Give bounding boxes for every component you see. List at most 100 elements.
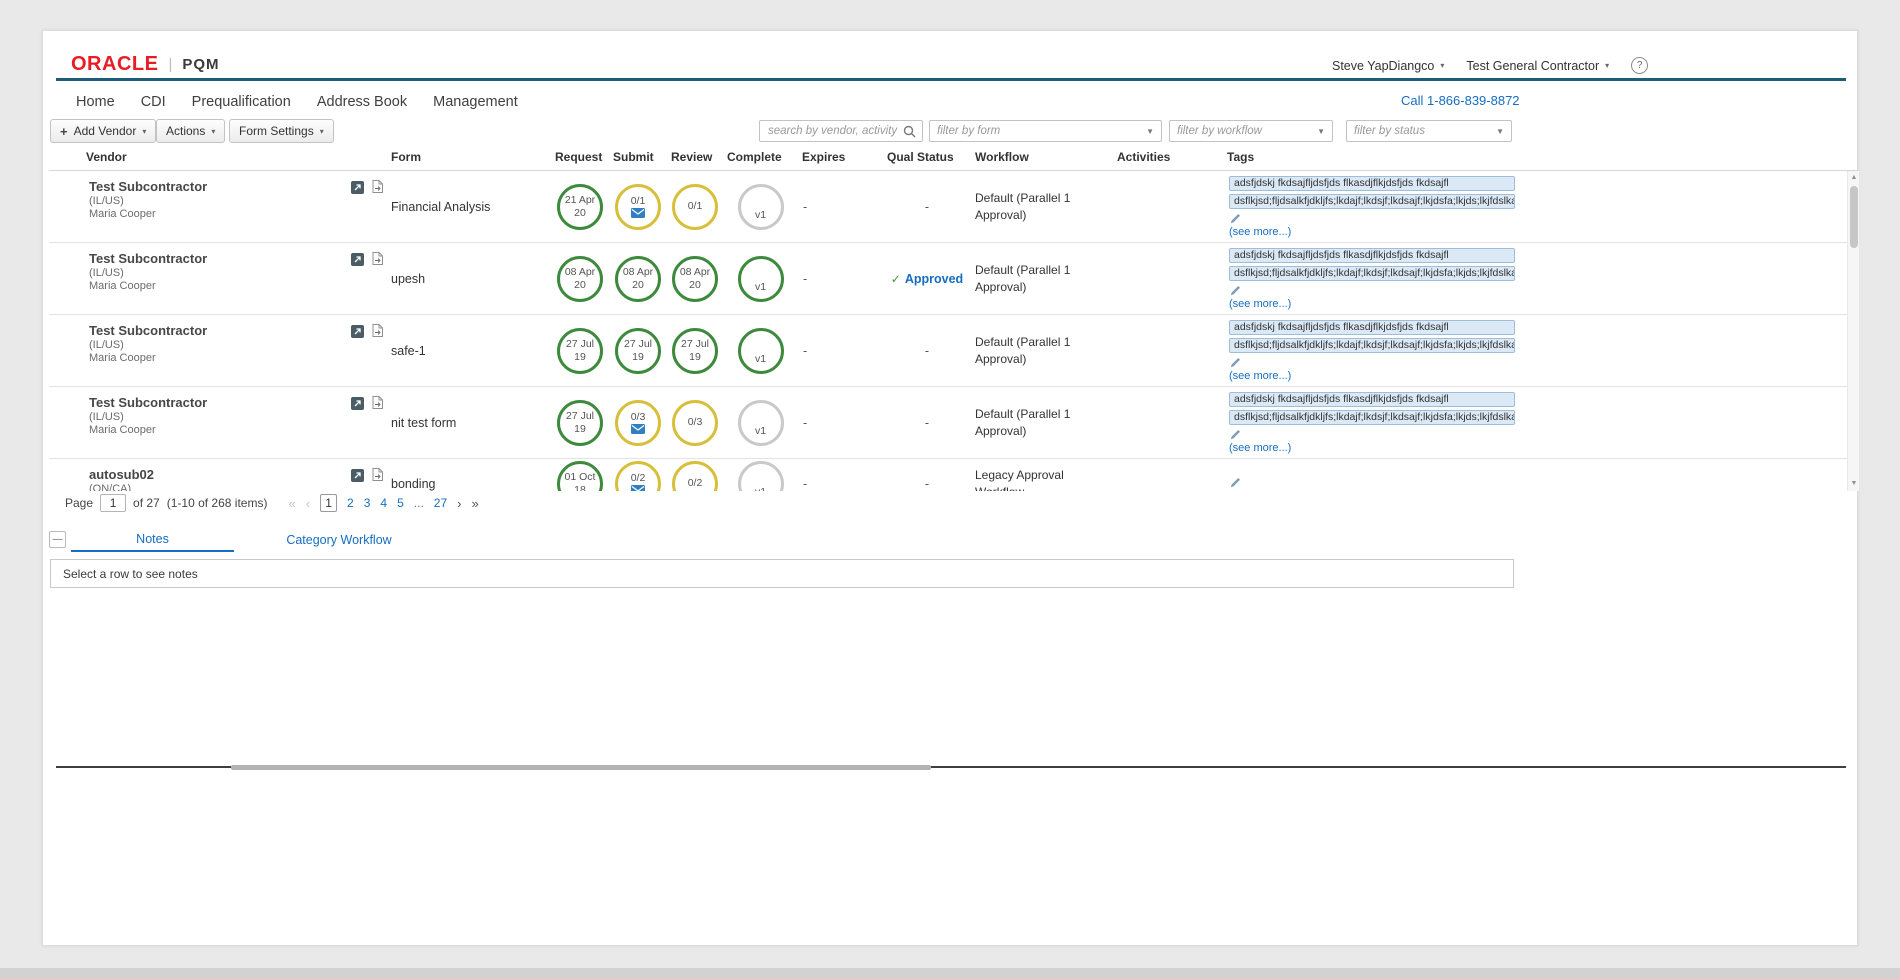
request-circle[interactable]: 01 Oct 18 (557, 461, 603, 492)
submit-circle[interactable]: 0/3 (615, 400, 661, 446)
tab-notes[interactable]: Notes (71, 527, 234, 552)
nav-item-prequalification[interactable]: Prequalification (192, 94, 291, 110)
request-value: 01 Oct 18 (563, 471, 597, 491)
form-name[interactable]: bonding (389, 459, 551, 491)
vendor-name[interactable]: autosub02 (89, 467, 389, 482)
plus-icon: + (60, 124, 68, 139)
filter-by-status-select[interactable]: filter by status ▼ (1346, 120, 1512, 142)
table-row[interactable]: autosub02 (ON/CA) f_autosub02 l_autosub0… (49, 459, 1847, 491)
add-vendor-button[interactable]: + Add Vendor ▾ (50, 119, 156, 143)
submit-circle[interactable]: 0/2 (615, 461, 661, 492)
scorecard-icon[interactable] (351, 253, 364, 266)
complete-circle[interactable]: v1 (738, 400, 784, 446)
submit-circle[interactable]: 0/1 (615, 184, 661, 230)
submit-circle[interactable]: 27 Jul 19 (615, 328, 661, 374)
actions-button[interactable]: Actions ▾ (156, 119, 225, 143)
scroll-up-icon[interactable]: ▲ (1848, 171, 1859, 185)
expires-value: - (798, 387, 883, 458)
form-document-icon[interactable] (372, 252, 383, 265)
page-link-5[interactable]: 5 (397, 496, 404, 510)
table-row[interactable]: Test Subcontractor (IL/US) Maria Cooper … (49, 171, 1847, 243)
nav-item-management[interactable]: Management (433, 94, 518, 110)
scrollbar-thumb[interactable] (1850, 186, 1858, 248)
search-input[interactable] (760, 121, 922, 141)
app-window: ORACLE | PQM Steve YapDiangco ▾ Test Gen… (42, 30, 1858, 946)
vendor-name[interactable]: Test Subcontractor (89, 395, 389, 410)
horizontal-scrollbar-thumb[interactable] (231, 765, 931, 770)
request-circle[interactable]: 27 Jul 19 (557, 328, 603, 374)
complete-circle[interactable]: v1 (738, 256, 784, 302)
form-name[interactable]: nit test form (389, 387, 551, 458)
scorecard-icon[interactable] (351, 181, 364, 194)
collapse-panel-button[interactable]: — (49, 531, 66, 548)
vendor-name[interactable]: Test Subcontractor (89, 251, 389, 266)
review-circle[interactable]: 08 Apr 20 (672, 256, 718, 302)
next-page-icon[interactable]: › (457, 496, 461, 511)
edit-tags-icon[interactable] (1230, 285, 1241, 296)
table-row[interactable]: Test Subcontractor (IL/US) Maria Cooper … (49, 315, 1847, 387)
vendor-name[interactable]: Test Subcontractor (89, 323, 389, 338)
page-link-last[interactable]: 27 (434, 496, 447, 510)
form-name[interactable]: Financial Analysis (389, 171, 551, 242)
tab-category-workflow[interactable]: Category Workflow (234, 527, 444, 552)
vendor-location: (ON/CA) (89, 483, 389, 491)
see-more-link[interactable]: (see more...) (1229, 226, 1291, 238)
form-name[interactable]: safe-1 (389, 315, 551, 386)
review-value: 0/3 (678, 416, 712, 428)
page-link-2[interactable]: 2 (347, 496, 354, 510)
scorecard-icon[interactable] (351, 397, 364, 410)
call-phone-link[interactable]: Call 1-866-839-8872 (1401, 93, 1520, 108)
user-menu-label: Steve YapDiangco (1332, 59, 1434, 73)
org-menu[interactable]: Test General Contractor ▾ (1466, 59, 1609, 73)
scroll-down-icon[interactable]: ▼ (1848, 477, 1859, 491)
edit-tags-icon[interactable] (1230, 213, 1241, 224)
help-icon[interactable]: ? (1631, 57, 1648, 74)
filter-by-workflow-select[interactable]: filter by workflow ▼ (1169, 120, 1333, 142)
page-link-4[interactable]: 4 (380, 496, 387, 510)
review-circle[interactable]: 27 Jul 19 (672, 328, 718, 374)
vendor-name[interactable]: Test Subcontractor (89, 179, 389, 194)
page-link-3[interactable]: 3 (364, 496, 371, 510)
table-row[interactable]: Test Subcontractor (IL/US) Maria Cooper … (49, 387, 1847, 459)
vertical-scrollbar[interactable]: ▲ ▼ (1847, 171, 1859, 491)
see-more-link[interactable]: (see more...) (1229, 298, 1291, 310)
form-settings-button[interactable]: Form Settings ▾ (229, 119, 334, 143)
request-circle[interactable]: 27 Jul 19 (557, 400, 603, 446)
see-more-link[interactable]: (see more...) (1229, 370, 1291, 382)
request-circle[interactable]: 08 Apr 20 (557, 256, 603, 302)
complete-circle[interactable]: v1 (738, 461, 784, 492)
workflow-value: Legacy Approval Workflow (971, 459, 1113, 491)
edit-tags-icon[interactable] (1230, 477, 1241, 488)
form-document-icon[interactable] (372, 180, 383, 193)
envelope-icon (631, 424, 645, 434)
edit-tags-icon[interactable] (1230, 357, 1241, 368)
review-circle[interactable]: 0/3 (672, 400, 718, 446)
user-menu[interactable]: Steve YapDiangco ▾ (1332, 59, 1444, 73)
review-circle[interactable]: 0/1 (672, 184, 718, 230)
form-name[interactable]: upesh (389, 243, 551, 314)
request-circle[interactable]: 21 Apr 20 (557, 184, 603, 230)
see-more-link[interactable]: (see more...) (1229, 442, 1291, 454)
chevron-down-icon: ▾ (320, 127, 324, 136)
filter-by-form-select[interactable]: filter by form ▼ (929, 120, 1162, 142)
form-document-icon[interactable] (372, 396, 383, 409)
tag-list: adsfjdskj fkdsajfljdsfjds flkasdjflkjdsf… (1229, 320, 1515, 356)
form-document-icon[interactable] (372, 324, 383, 337)
review-circle[interactable]: 0/2 (672, 461, 718, 492)
edit-tags-icon[interactable] (1230, 429, 1241, 440)
complete-circle[interactable]: v1 (738, 184, 784, 230)
submit-circle[interactable]: 08 Apr 20 (615, 256, 661, 302)
nav-item-home[interactable]: Home (76, 94, 115, 110)
workflow-value: Default (Parallel 1 Approval) (971, 243, 1113, 314)
nav-item-cdi[interactable]: CDI (141, 94, 166, 110)
scorecard-icon[interactable] (351, 469, 364, 482)
nav-item-address-book[interactable]: Address Book (317, 94, 407, 110)
last-page-icon[interactable]: » (472, 496, 479, 511)
complete-circle[interactable]: v1 (738, 328, 784, 374)
table-row[interactable]: Test Subcontractor (IL/US) Maria Cooper … (49, 243, 1847, 315)
page-number-input[interactable] (100, 494, 126, 512)
col-header-qual-status: Qual Status (883, 150, 971, 164)
form-document-icon[interactable] (372, 468, 383, 481)
workflow-value: Default (Parallel 1 Approval) (971, 387, 1113, 458)
scorecard-icon[interactable] (351, 325, 364, 338)
